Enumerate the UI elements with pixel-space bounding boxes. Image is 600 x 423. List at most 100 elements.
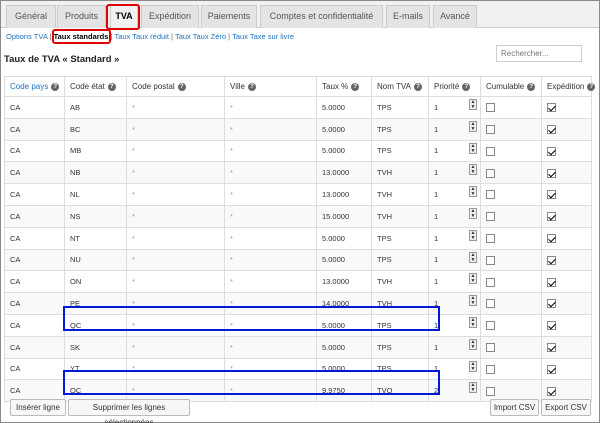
cell-postcode[interactable]: *	[126, 96, 225, 119]
cell-postcode[interactable]: *	[126, 118, 225, 141]
cell-postcode[interactable]: *	[126, 161, 225, 185]
cell-city[interactable]: *	[224, 227, 317, 250]
tab-tva[interactable]: TVA	[110, 5, 138, 28]
cell-tax-name[interactable]: TPS	[371, 227, 429, 250]
cell-country[interactable]: CA	[4, 358, 65, 381]
compound-checkbox[interactable]	[486, 342, 495, 352]
cell-priority[interactable]: 1 ▲ ▼	[428, 314, 481, 337]
cell-tax-name[interactable]: TPS	[371, 140, 429, 163]
cell-rate[interactable]: 5.0000	[316, 314, 372, 337]
cell-tax-name[interactable]: TPS	[371, 96, 429, 119]
table-row[interactable]: CA NB * * 13.0000 TVH 1 ▲ ▼	[4, 161, 592, 185]
cell-country[interactable]: CA	[4, 270, 65, 294]
export-csv-button[interactable]: Export CSV	[541, 399, 591, 416]
spinner-arrows-icon[interactable]: ▲ ▼	[469, 360, 477, 372]
cell-city[interactable]: *	[224, 161, 317, 185]
shipping-checkbox[interactable]	[547, 321, 556, 331]
shipping-checkbox[interactable]	[547, 299, 556, 309]
cell-state[interactable]: PE	[64, 292, 127, 315]
cell-city[interactable]: *	[224, 292, 317, 315]
table-row[interactable]: CA MB * * 5.0000 TPS 1 ▲ ▼	[4, 140, 592, 163]
shipping-checkbox[interactable]	[547, 168, 556, 178]
cell-priority[interactable]: 1 ▲ ▼	[428, 270, 481, 294]
cell-country[interactable]: CA	[4, 314, 65, 337]
cell-priority[interactable]: 1 ▲ ▼	[428, 249, 481, 272]
compound-checkbox[interactable]	[486, 124, 495, 134]
cell-priority[interactable]: 1 ▲ ▼	[428, 227, 481, 250]
cell-state[interactable]: NS	[64, 205, 127, 228]
shipping-checkbox[interactable]	[547, 364, 556, 374]
cell-rate[interactable]: 5.0000	[316, 96, 372, 119]
cell-country[interactable]: CA	[4, 249, 65, 272]
compound-checkbox[interactable]	[486, 364, 495, 374]
tab-emails[interactable]: E-mails	[386, 5, 430, 28]
cell-city[interactable]: *	[224, 140, 317, 163]
cell-country[interactable]: CA	[4, 140, 65, 163]
cell-priority[interactable]: 1 ▲ ▼	[428, 161, 481, 185]
cell-postcode[interactable]: *	[126, 314, 225, 337]
subnav-reduit[interactable]: Taux Taux réduit	[114, 32, 168, 41]
shipping-checkbox[interactable]	[547, 342, 556, 352]
compound-checkbox[interactable]	[486, 168, 495, 178]
cell-tax-name[interactable]: TVH	[371, 161, 429, 185]
table-row[interactable]: CA AB * * 5.0000 TPS 1 ▲ ▼	[4, 96, 592, 119]
cell-state[interactable]: YT	[64, 358, 127, 381]
subnav-livre[interactable]: Taux Taxe sur livre	[232, 32, 294, 41]
shipping-checkbox[interactable]	[547, 233, 556, 243]
cell-priority[interactable]: 1 ▲ ▼	[428, 96, 481, 119]
cell-tax-name[interactable]: TPS	[371, 314, 429, 337]
spinner-arrows-icon[interactable]: ▲ ▼	[469, 229, 477, 241]
table-row[interactable]: CA BC * * 5.0000 TPS 1 ▲ ▼	[4, 118, 592, 141]
insert-row-button[interactable]: Insérer ligne	[10, 399, 66, 416]
subnav-standard[interactable]: Taux standards	[54, 32, 109, 41]
compound-checkbox[interactable]	[486, 103, 495, 113]
cell-tax-name[interactable]: TVH	[371, 183, 429, 206]
cell-postcode[interactable]: *	[126, 358, 225, 381]
cell-rate[interactable]: 13.0000	[316, 183, 372, 206]
cell-postcode[interactable]: *	[126, 292, 225, 315]
cell-postcode[interactable]: *	[126, 183, 225, 206]
spinner-arrows-icon[interactable]: ▲ ▼	[469, 142, 477, 154]
cell-country[interactable]: CA	[4, 96, 65, 119]
spinner-arrows-icon[interactable]: ▲ ▼	[469, 382, 477, 394]
compound-checkbox[interactable]	[486, 277, 495, 287]
cell-state[interactable]: SK	[64, 336, 127, 359]
shipping-checkbox[interactable]	[547, 103, 556, 113]
shipping-checkbox[interactable]	[547, 212, 556, 222]
compound-checkbox[interactable]	[486, 190, 495, 200]
tab-produits[interactable]: Produits	[57, 5, 106, 28]
cell-rate[interactable]: 5.0000	[316, 140, 372, 163]
shipping-checkbox[interactable]	[547, 386, 556, 396]
spinner-arrows-icon[interactable]: ▲ ▼	[469, 164, 477, 176]
cell-postcode[interactable]: *	[126, 227, 225, 250]
cell-state[interactable]: QC	[64, 314, 127, 337]
cell-rate[interactable]: 5.0000	[316, 249, 372, 272]
cell-tax-name[interactable]: TPS	[371, 118, 429, 141]
table-row[interactable]: CA NU * * 5.0000 TPS 1 ▲ ▼	[4, 249, 592, 272]
spinner-arrows-icon[interactable]: ▲ ▼	[469, 295, 477, 307]
cell-country[interactable]: CA	[4, 336, 65, 359]
cell-tax-name[interactable]: TPS	[371, 336, 429, 359]
cell-country[interactable]: CA	[4, 227, 65, 250]
cell-rate[interactable]: 5.0000	[316, 227, 372, 250]
spinner-arrows-icon[interactable]: ▲ ▼	[469, 338, 477, 350]
tab-paiements[interactable]: Paiements	[201, 5, 257, 28]
shipping-checkbox[interactable]	[547, 277, 556, 287]
cell-country[interactable]: CA	[4, 183, 65, 206]
cell-city[interactable]: *	[224, 379, 317, 403]
cell-city[interactable]: *	[224, 270, 317, 294]
cell-city[interactable]: *	[224, 336, 317, 359]
cell-postcode[interactable]: *	[126, 270, 225, 294]
shipping-checkbox[interactable]	[547, 190, 556, 200]
cell-country[interactable]: CA	[4, 205, 65, 228]
cell-priority[interactable]: 1 ▲ ▼	[428, 358, 481, 381]
spinner-arrows-icon[interactable]: ▲ ▼	[469, 99, 477, 110]
help-icon[interactable]: ?	[587, 82, 596, 91]
compound-checkbox[interactable]	[486, 255, 495, 265]
cell-state[interactable]: MB	[64, 140, 127, 163]
table-row[interactable]: CA QC * * 5.0000 TPS 1 ▲ ▼	[4, 314, 592, 337]
cell-city[interactable]: *	[224, 183, 317, 206]
cell-tax-name[interactable]: TVH	[371, 205, 429, 228]
cell-rate[interactable]: 15.0000	[316, 205, 372, 228]
spinner-arrows-icon[interactable]: ▲ ▼	[469, 316, 477, 328]
